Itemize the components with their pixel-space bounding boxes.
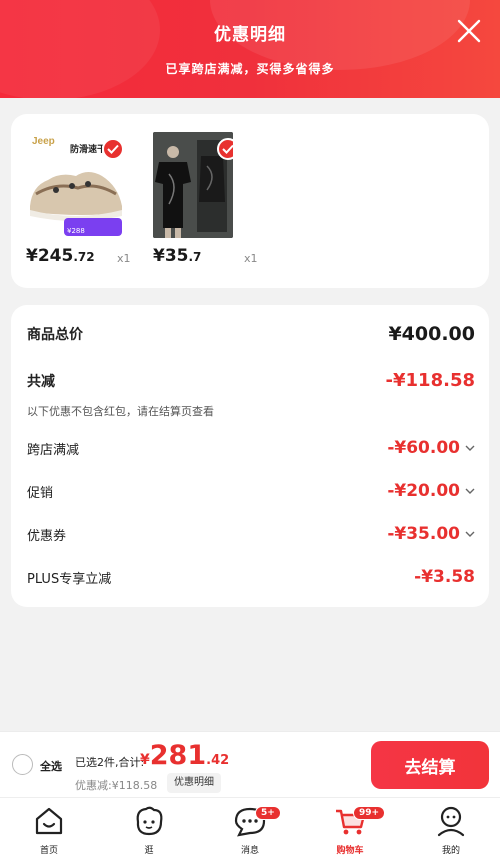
product-qty: x1: [117, 252, 131, 265]
checked-icon[interactable]: [217, 138, 233, 160]
discount-value: -¥60.00: [387, 438, 475, 458]
total-price-label: 商品总价: [27, 327, 83, 343]
bottom-tab-bar: 首页 逛 5+ 消息 99+ 购物车 我的: [0, 797, 500, 862]
image-caption: 防滑速干: [70, 143, 106, 155]
product-qty: x1: [244, 252, 258, 265]
total-reduce-row: 共减 -¥118.58: [27, 370, 475, 391]
checkout-bar: 全选 已选2件,合计: ¥281.42 优惠减:¥118.58 优惠明细 去结算: [0, 731, 500, 797]
discount-amount-text: 优惠减:¥118.58: [75, 779, 158, 792]
selected-count-text: 已选2件,合计:: [75, 756, 145, 769]
discount-label: 优惠券: [27, 528, 67, 544]
product-item[interactable]: Jeep 防滑速干 ¥288 ¥245.72 x1: [26, 132, 131, 266]
tab-home[interactable]: 首页: [14, 804, 84, 856]
shoe-image: Jeep 防滑速干 ¥288: [26, 132, 126, 238]
chevron-down-icon: [465, 445, 475, 451]
product-price: ¥35.7: [153, 246, 202, 266]
product-item[interactable]: ¥35.7 x1: [153, 132, 258, 266]
tshirt-image: [153, 132, 233, 238]
discount-note: 以下优惠不包含红包，请在结算页查看: [27, 405, 214, 418]
price-summary-card: 商品总价 ¥400.00 共减 -¥118.58 以下优惠不包含红包，请在结算页…: [11, 305, 489, 607]
chevron-down-icon: [465, 531, 475, 537]
discount-value: -¥20.00: [387, 481, 475, 501]
discount-label: 跨店满减: [27, 442, 80, 458]
product-price: ¥245.72: [26, 246, 95, 266]
total-price-row: 商品总价 ¥400.00: [27, 323, 475, 345]
discount-detail-header: 优惠明细 已享跨店满减，买得多省得多: [0, 0, 500, 98]
select-all-checkbox[interactable]: [12, 754, 33, 775]
discount-label: 促销: [27, 485, 54, 501]
price-tag: ¥288: [67, 227, 85, 235]
profile-icon: [437, 806, 465, 837]
tab-messages[interactable]: 5+ 消息: [215, 804, 285, 856]
page-subtitle: 已享跨店满减，买得多省得多: [165, 62, 335, 76]
total-reduce-value: -¥118.58: [385, 370, 475, 391]
explore-face-icon: [136, 806, 163, 836]
home-icon: [35, 807, 63, 835]
cart-badge: 99+: [353, 806, 386, 820]
total-price-value: ¥400.00: [388, 323, 475, 345]
discount-value: -¥3.58: [414, 567, 475, 587]
cross-store-discount-row[interactable]: 跨店满减 -¥60.00: [27, 438, 475, 458]
close-icon[interactable]: [456, 18, 482, 44]
discount-value: -¥35.00: [387, 524, 475, 544]
checked-icon[interactable]: [102, 138, 124, 160]
promotion-row[interactable]: 促销 -¥20.00: [27, 481, 475, 501]
tab-explore[interactable]: 逛: [114, 804, 184, 856]
total-reduce-label: 共减: [27, 373, 55, 390]
chevron-down-icon: [465, 488, 475, 494]
total-amount: ¥281.42: [140, 740, 230, 771]
brand-logo: Jeep: [32, 136, 55, 147]
coupon-row[interactable]: 优惠券 -¥35.00: [27, 524, 475, 544]
checkout-button[interactable]: 去结算: [371, 741, 489, 789]
product-card: Jeep 防滑速干 ¥288 ¥245.72 x1 ¥35.7 x1: [11, 114, 489, 288]
discount-detail-button[interactable]: 优惠明细: [167, 773, 221, 793]
page-title: 优惠明细: [214, 25, 286, 45]
select-all-label[interactable]: 全选: [40, 758, 62, 774]
message-badge: 5+: [255, 806, 281, 820]
tab-profile[interactable]: 我的: [416, 804, 486, 856]
discount-label: PLUS专享立减: [27, 571, 112, 587]
tab-cart[interactable]: 99+ 购物车: [315, 804, 386, 856]
plus-discount-row: PLUS专享立减 -¥3.58: [27, 567, 475, 587]
